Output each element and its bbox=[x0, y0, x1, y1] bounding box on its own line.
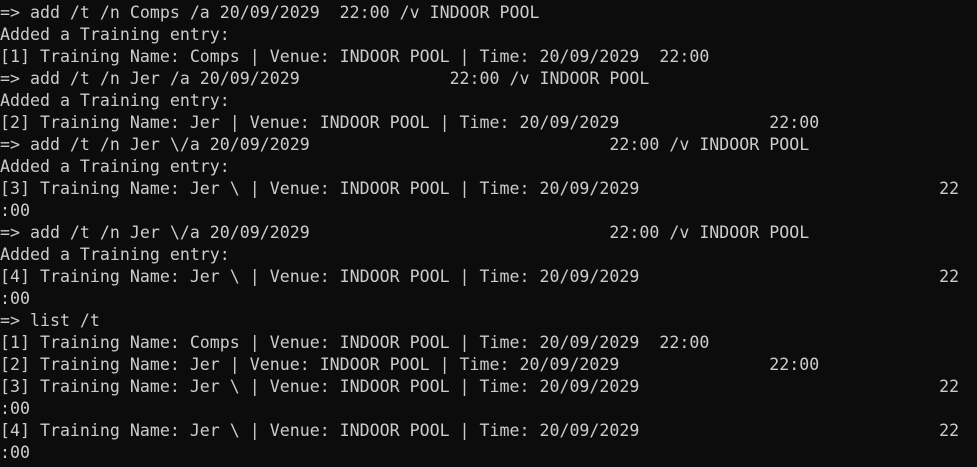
output-line-wrap: :00 bbox=[0, 201, 30, 220]
list-entry-wrap: :00 bbox=[0, 399, 30, 418]
output-line: [1] Training Name: Comps | Venue: INDOOR… bbox=[0, 47, 710, 66]
output-line: Added a Training entry: bbox=[0, 245, 230, 264]
list-entry: [3] Training Name: Jer \ | Venue: INDOOR… bbox=[0, 377, 960, 396]
output-line: [4] Training Name: Jer \ | Venue: INDOOR… bbox=[0, 267, 960, 286]
command-line: => add /t /n Jer \/a 20/09/2029 22:00 /v… bbox=[0, 135, 810, 154]
command-line: => add /t /n Jer \/a 20/09/2029 22:00 /v… bbox=[0, 223, 810, 242]
output-line-wrap: :00 bbox=[0, 289, 30, 308]
output-line: [2] Training Name: Jer | Venue: INDOOR P… bbox=[0, 113, 820, 132]
list-entry: [4] Training Name: Jer \ | Venue: INDOOR… bbox=[0, 421, 960, 440]
output-line: Added a Training entry: bbox=[0, 91, 230, 110]
command-line: => add /t /n Comps /a 20/09/2029 22:00 /… bbox=[0, 3, 540, 22]
output-line: Added a Training entry: bbox=[0, 157, 230, 176]
command-line: => list /t bbox=[0, 311, 100, 330]
output-line: Added a Training entry: bbox=[0, 25, 230, 44]
list-entry: [2] Training Name: Jer | Venue: INDOOR P… bbox=[0, 355, 820, 374]
list-entry-wrap: :00 bbox=[0, 443, 30, 462]
output-line: [3] Training Name: Jer \ | Venue: INDOOR… bbox=[0, 179, 960, 198]
command-line: => add /t /n Jer /a 20/09/2029 22:00 /v … bbox=[0, 69, 650, 88]
list-entry: [1] Training Name: Comps | Venue: INDOOR… bbox=[0, 333, 710, 352]
terminal-output[interactable]: => add /t /n Comps /a 20/09/2029 22:00 /… bbox=[0, 0, 977, 467]
